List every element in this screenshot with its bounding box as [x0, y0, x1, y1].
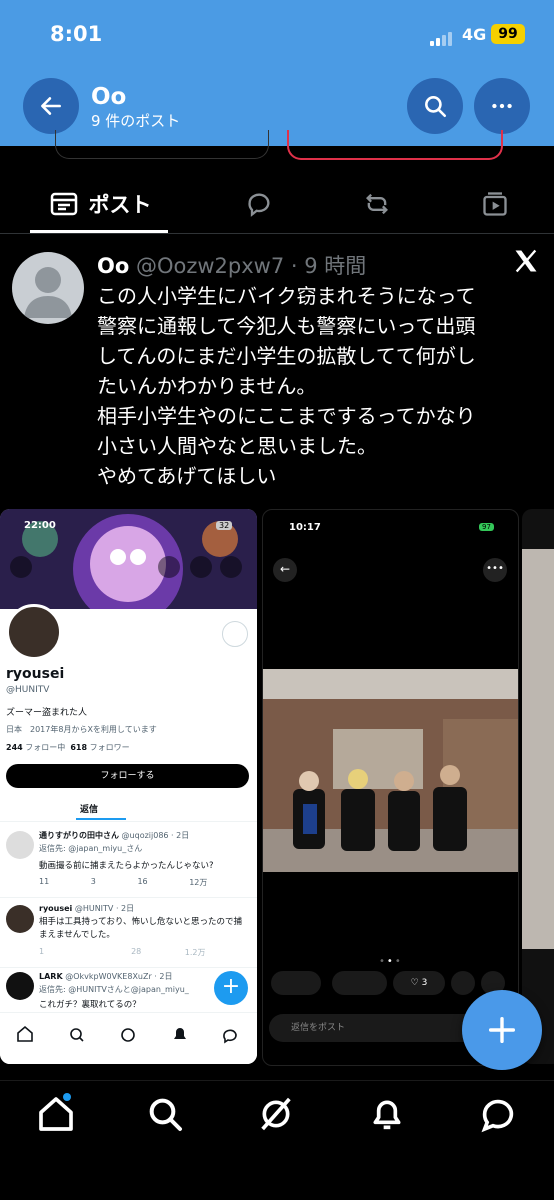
- shot1-reply3-header: LARK @OkvkpW0VKE8XuZr · 2日: [39, 972, 173, 981]
- avatar[interactable]: [12, 252, 84, 324]
- shot1-tab-replies: 返信: [80, 805, 99, 815]
- search-icon: [149, 1098, 182, 1131]
- shot2-more-icon: •••: [483, 558, 507, 582]
- handle-time: @Oozw2pxw7 · 9 時間: [135, 254, 367, 278]
- bell-icon: [373, 1100, 401, 1130]
- shot2-repost-icon: [332, 971, 387, 995]
- compose-button[interactable]: [462, 990, 542, 1070]
- nav-home[interactable]: [36, 1093, 76, 1138]
- shot2-photo: [263, 669, 518, 872]
- shot2-back-icon: ←: [273, 558, 297, 582]
- default-avatar-icon: [24, 267, 72, 318]
- shot2-status-time: 10:17: [289, 522, 321, 533]
- shot1-search-icon: [190, 556, 212, 578]
- shot1-bottom-nav: [0, 1012, 257, 1064]
- shot1-compose-icon: +: [214, 971, 248, 1005]
- network-type: 4G: [462, 25, 487, 44]
- shot1-avatar: [6, 604, 62, 660]
- tab-posts-label: ポスト: [88, 193, 152, 217]
- shot1-reply1-text: 動画撮る前に捕まえたらよかったんじゃない?: [39, 861, 214, 871]
- x-logo-icon: [512, 247, 540, 279]
- shot1-battery: 32: [216, 521, 233, 530]
- shot1-grok-icon: [158, 556, 180, 578]
- media-icon: [483, 192, 507, 216]
- divider: [0, 233, 554, 234]
- repost-icon: [366, 193, 388, 215]
- notification-dot: [63, 1093, 71, 1101]
- tweet-author[interactable]: Oo @Oozw2pxw7 · 9 時間: [97, 250, 366, 280]
- reply-icon: [248, 193, 270, 217]
- media-image-1[interactable]: 22:00 32 ryousei @HUNITV ズーマー盗まれた人 日本 20…: [0, 509, 257, 1064]
- shot1-bio: ズーマー盗まれた人: [6, 708, 88, 718]
- plus-icon: [488, 1016, 516, 1044]
- shot1-share-icon: [222, 621, 248, 647]
- nav-messages[interactable]: [478, 1094, 518, 1138]
- shot1-reply1-header: 通りすがりの田中さん @uqozij086 · 2日: [39, 831, 190, 840]
- shot1-reply3-replyto: 返信先: @HUNITVさんと@japan_miyu_: [39, 985, 189, 994]
- more-icon: [492, 103, 512, 109]
- back-button[interactable]: [23, 78, 79, 134]
- shot1-divider: [0, 821, 257, 822]
- posts-tab-icon: [50, 192, 77, 216]
- more-button[interactable]: [474, 78, 530, 134]
- shot1-reply1-replyto: 返信先: @japan_miyu_さん: [39, 844, 143, 853]
- shot1-back-icon: [10, 556, 32, 578]
- shot3-photo: [522, 549, 554, 949]
- shot1-meta: 日本 2017年8月からXを利用しています: [6, 725, 157, 734]
- shot1-counts: 244 フォロー中 618 フォロワー: [6, 743, 130, 752]
- shot1-name: ryousei: [6, 666, 65, 682]
- tab-reposts[interactable]: [354, 182, 400, 226]
- signal-icon: [430, 27, 454, 46]
- message-icon: [481, 1099, 514, 1133]
- pinned-card-left: [55, 130, 269, 159]
- nav-notifications[interactable]: [367, 1094, 407, 1138]
- nav-grok[interactable]: [256, 1094, 296, 1138]
- shot1-tab-indicator: [76, 818, 126, 820]
- shot1-reply2-actions: 1 28 1.2万: [39, 947, 206, 957]
- shot1-more-icon: [220, 556, 242, 578]
- shot1-reply1-avatar: [6, 831, 34, 859]
- shot2-like-button: ♡ 3: [393, 971, 445, 995]
- home-icon: [39, 1097, 73, 1131]
- grok-icon: [261, 1097, 291, 1131]
- shot2-bookmark-icon: [451, 971, 475, 995]
- pinned-card-right: [287, 130, 503, 160]
- tab-media[interactable]: [472, 182, 518, 226]
- shot1-divider-2: [0, 897, 257, 898]
- shot1-reply2-avatar: [6, 905, 34, 933]
- tab-replies[interactable]: [236, 182, 282, 226]
- status-time: 8:01: [50, 22, 103, 46]
- arrow-left-icon: [41, 97, 61, 115]
- media-image-3[interactable]: [522, 509, 554, 1064]
- shot1-reply2-header: ryousei @HUNITV · 2日: [39, 904, 135, 913]
- media-image-2[interactable]: 10:17 97 ← ••• ••• ♡ 3 返信をポスト: [262, 509, 519, 1066]
- shot1-reply3-avatar: [6, 972, 34, 1000]
- display-name: Oo: [97, 254, 130, 278]
- shot1-nav-icons: [17, 1025, 237, 1044]
- battery-indicator: 99: [491, 24, 525, 44]
- shot1-reply1-actions: 11 3 16 12万: [39, 877, 208, 887]
- post-count: 9 件のポスト: [91, 112, 181, 130]
- shot2-page-dots: •••: [379, 956, 403, 967]
- shot1-follow-button: フォローする: [6, 764, 249, 788]
- shot1-reply2-text: 相手は工具持っており、怖いし危ないと思ったので捕まえませんでした。: [39, 917, 242, 940]
- shot1-handle: @HUNITV: [6, 685, 50, 695]
- shot2-battery: 97: [479, 523, 494, 531]
- tweet-text: この人小学生にバイク窃まれそうになって 警察に通報して今犯人も警察にいって出頭 …: [97, 284, 476, 488]
- search-icon: [425, 96, 447, 118]
- search-button[interactable]: [407, 78, 463, 134]
- shot2-reply-icon: [271, 971, 321, 995]
- shot1-status-time: 22:00: [24, 520, 56, 531]
- shot1-reply3-text: これガチ？裏取れてるの？: [39, 1000, 141, 1010]
- tab-posts[interactable]: ポスト: [30, 182, 170, 226]
- page-title: Oo: [91, 84, 127, 110]
- nav-search[interactable]: [145, 1094, 185, 1138]
- shot1-divider-3: [0, 967, 257, 968]
